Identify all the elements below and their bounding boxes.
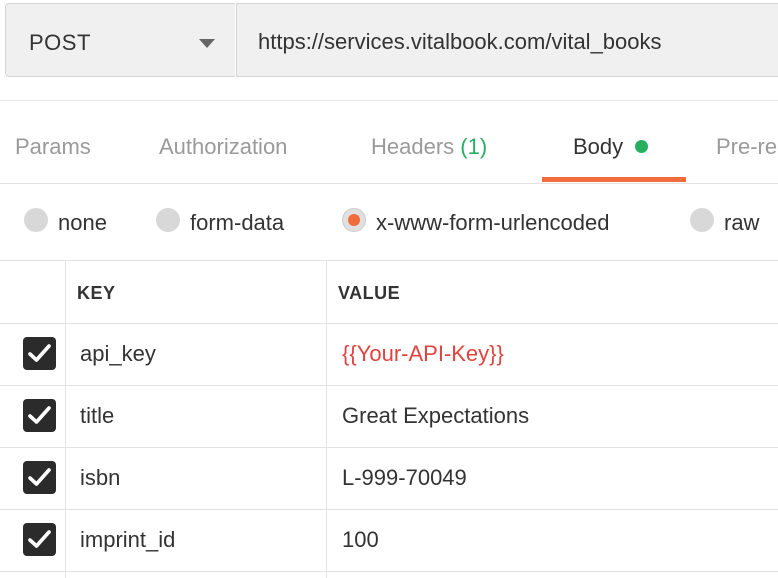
radio-raw[interactable] bbox=[690, 208, 714, 232]
row-checkbox[interactable] bbox=[23, 523, 56, 556]
row-divider bbox=[0, 509, 778, 510]
value-cell[interactable]: {{Your-API-Key}} bbox=[342, 341, 504, 367]
request-tabs: Params Authorization Headers (1) Body Pr… bbox=[0, 100, 778, 184]
column-header-value: VALUE bbox=[338, 283, 401, 303]
method-label: POST bbox=[29, 30, 91, 55]
row-divider bbox=[0, 571, 778, 572]
tab-authorization[interactable]: Authorization bbox=[159, 134, 287, 160]
row-checkbox[interactable] bbox=[23, 461, 56, 494]
chevron-down-icon bbox=[199, 39, 215, 48]
tab-params-label: Params bbox=[15, 134, 91, 159]
value-cell[interactable]: L-999-70049 bbox=[342, 465, 467, 491]
row-divider bbox=[0, 385, 778, 386]
key-cell[interactable]: title bbox=[80, 403, 114, 429]
column-divider bbox=[326, 261, 327, 578]
value-cell[interactable]: Great Expectations bbox=[342, 403, 529, 429]
tab-body[interactable]: Body bbox=[573, 134, 649, 160]
key-cell[interactable]: isbn bbox=[80, 465, 120, 491]
tab-headers[interactable]: Headers (1) bbox=[371, 134, 487, 160]
status-dot-icon bbox=[635, 139, 649, 153]
radio-none[interactable] bbox=[24, 208, 48, 232]
row-divider bbox=[0, 323, 778, 324]
tab-body-label: Body bbox=[573, 134, 624, 159]
row-divider bbox=[0, 447, 778, 448]
column-header-key: KEY bbox=[77, 283, 116, 303]
tab-params[interactable]: Params bbox=[15, 134, 91, 160]
radio-form-data[interactable] bbox=[156, 208, 180, 232]
key-cell[interactable]: imprint_id bbox=[80, 527, 175, 553]
checkmark-icon bbox=[28, 468, 51, 486]
url-input[interactable]: https://services.vitalbook.com/vital_boo… bbox=[236, 3, 778, 77]
request-bar: POST https://services.vitalbook.com/vita… bbox=[0, 0, 778, 101]
checkmark-icon bbox=[28, 530, 51, 548]
active-tab-indicator bbox=[542, 177, 686, 182]
tab-authorization-label: Authorization bbox=[159, 134, 288, 159]
headers-count-badge: (1) bbox=[460, 134, 488, 159]
tab-pre-request-label: Pre-re bbox=[716, 134, 778, 159]
radio-x-www-form-urlencoded[interactable] bbox=[342, 208, 366, 232]
value-cell[interactable]: 100 bbox=[342, 527, 379, 553]
radio-none-label[interactable]: none bbox=[58, 210, 107, 236]
method-dropdown[interactable]: POST bbox=[5, 3, 235, 77]
radio-form-data-label[interactable]: form-data bbox=[190, 210, 284, 236]
checkmark-icon bbox=[28, 344, 51, 362]
tab-headers-label: Headers bbox=[371, 134, 455, 159]
url-text: https://services.vitalbook.com/vital_boo… bbox=[258, 29, 662, 54]
tab-pre-request[interactable]: Pre-re bbox=[716, 134, 777, 160]
key-cell[interactable]: api_key bbox=[80, 341, 156, 367]
body-type-selector: none form-data x-www-form-urlencoded raw bbox=[0, 184, 778, 261]
row-checkbox[interactable] bbox=[23, 337, 56, 370]
radio-raw-label[interactable]: raw bbox=[724, 210, 759, 236]
row-checkbox[interactable] bbox=[23, 399, 56, 432]
checkmark-icon bbox=[28, 406, 51, 424]
column-divider bbox=[65, 261, 66, 578]
radio-x-www-form-urlencoded-label[interactable]: x-www-form-urlencoded bbox=[376, 210, 610, 236]
params-table: KEY VALUE api_key {{Your-API-Key}} title… bbox=[0, 261, 778, 578]
